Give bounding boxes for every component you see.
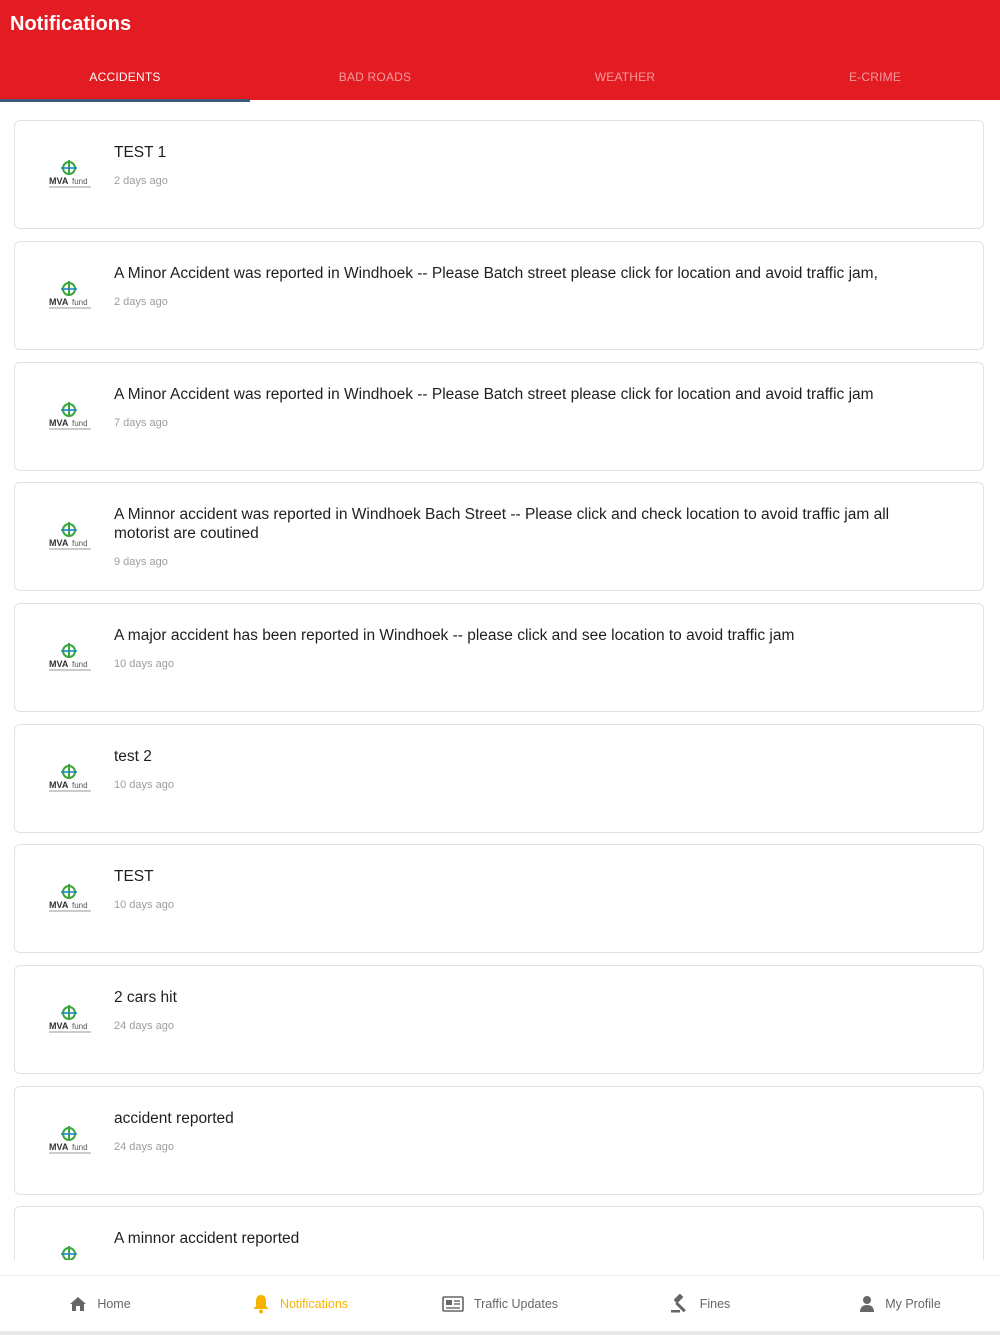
notification-time: 9 days ago <box>114 556 168 568</box>
svg-text:MVA: MVA <box>49 538 69 548</box>
mva-fund-logo-icon: MVAfund <box>47 1004 93 1036</box>
notification-card[interactable]: MVA fund A major accident has been report… <box>14 603 984 712</box>
svg-text:MVA: MVA <box>49 900 69 910</box>
svg-text:fund: fund <box>72 539 88 548</box>
svg-text:MVA: MVA <box>49 418 69 428</box>
notification-list[interactable]: MVA fund TEST 1 2 days ago MVA fund A Mino… <box>0 100 1000 1260</box>
mva-fund-logo-icon: MVAfund <box>47 883 93 915</box>
nav-label: Notifications <box>279 1296 349 1311</box>
tab-bad-roads[interactable]: BAD ROADS <box>250 54 500 100</box>
tab-e-crime[interactable]: E-CRIME <box>750 54 1000 100</box>
page-title: Notifications <box>10 13 132 35</box>
category-tabs: ACCIDENTS BAD ROADS WEATHER E-CRIME <box>0 54 1000 102</box>
gavel-icon <box>670 1293 686 1312</box>
mva-fund-logo-icon: MVAfund <box>47 1125 93 1157</box>
mva-fund-logo-icon: MVAfund <box>47 159 93 191</box>
nav-my-profile[interactable]: My Profile <box>800 1276 1000 1331</box>
nav-notifications[interactable]: Notifications <box>200 1276 400 1331</box>
mva-fund-logo-icon: MVAfund <box>47 521 93 553</box>
notification-title: A Minor Accident was reported in Windhoe… <box>114 386 874 403</box>
tab-weather[interactable]: WEATHER <box>500 54 750 100</box>
svg-text:fund: fund <box>72 1143 88 1152</box>
nav-fines[interactable]: Fines <box>600 1276 800 1331</box>
nav-home[interactable]: Home <box>0 1276 200 1331</box>
notification-title: TEST 1 <box>114 144 167 161</box>
svg-text:fund: fund <box>72 660 88 669</box>
tab-label: ACCIDENTS <box>89 70 161 84</box>
notification-time: 10 days ago <box>114 658 174 670</box>
notification-time: 2 days ago <box>114 296 168 308</box>
notification-card[interactable]: MVA fund TEST 1 2 days ago <box>14 120 984 229</box>
notification-time: 24 days ago <box>114 1020 174 1032</box>
notification-time: 2 days ago <box>114 175 168 187</box>
svg-text:fund: fund <box>72 781 88 790</box>
tab-label: WEATHER <box>594 70 656 84</box>
tab-label: E-CRIME <box>848 70 902 84</box>
bottom-navigation: Home Notifications Traffic Updates Fines… <box>0 1275 1000 1335</box>
app-bar: Notifications ACCIDENTS BAD ROADS WEATHE… <box>0 0 1000 102</box>
notification-title: 2 cars hit <box>114 989 177 1006</box>
notification-card[interactable]: MVA fund test 2 10 days ago <box>14 724 984 833</box>
svg-text:MVA: MVA <box>49 780 69 790</box>
user-icon <box>860 1295 875 1312</box>
nav-traffic-updates[interactable]: Traffic Updates <box>400 1276 600 1331</box>
tab-accidents[interactable]: ACCIDENTS <box>0 54 250 102</box>
mva-fund-logo-icon: MVAfund <box>47 401 93 433</box>
notification-time: 7 days ago <box>114 417 168 429</box>
nav-label: Traffic Updates <box>473 1296 559 1311</box>
mva-fund-logo-icon: MVAfund <box>47 1245 93 1260</box>
bell-icon <box>253 1294 269 1313</box>
svg-text:MVA: MVA <box>49 297 69 307</box>
svg-text:fund: fund <box>72 419 88 428</box>
notification-card[interactable]: MVA fund A Minor Accident was reported in… <box>14 362 984 471</box>
home-icon <box>70 1296 87 1311</box>
svg-text:fund: fund <box>72 298 88 307</box>
mva-fund-logo-icon: MVAfund <box>47 280 93 312</box>
nav-label: My Profile <box>885 1296 941 1311</box>
svg-text:MVA: MVA <box>49 1142 69 1152</box>
svg-text:fund: fund <box>72 1022 88 1031</box>
notification-title: TEST <box>114 868 154 885</box>
notification-card[interactable]: MVA fund A Minor Accident was reported in… <box>14 241 984 350</box>
notification-card[interactable]: MVA fund TEST 10 days ago <box>14 844 984 953</box>
nav-label: Home <box>97 1296 131 1311</box>
notification-title: A Minor Accident was reported in Windhoe… <box>114 265 878 282</box>
mva-fund-logo-icon: MVAfund <box>47 642 93 674</box>
notification-time: 10 days ago <box>114 779 174 791</box>
mva-fund-logo-icon: MVAfund <box>47 763 93 795</box>
notification-card[interactable]: MVA fund accident reported 24 days ago <box>14 1086 984 1195</box>
notification-card[interactable]: MVA fund 2 cars hit 24 days ago <box>14 965 984 1074</box>
nav-label: Fines <box>699 1296 731 1311</box>
notification-time: 10 days ago <box>114 899 174 911</box>
notification-title: test 2 <box>114 748 152 765</box>
svg-text:fund: fund <box>72 901 88 910</box>
notification-time: 24 days ago <box>114 1141 174 1153</box>
notification-title: A major accident has been reported in Wi… <box>114 627 795 644</box>
svg-text:MVA: MVA <box>49 659 69 669</box>
svg-text:MVA: MVA <box>49 1021 69 1031</box>
svg-text:fund: fund <box>72 177 88 186</box>
notification-title: A Minnor accident was reported in Windho… <box>114 506 890 542</box>
newspaper-icon <box>442 1295 464 1312</box>
notification-card[interactable]: MVAfund A minnor accident reported <box>14 1206 984 1260</box>
svg-text:MVA: MVA <box>49 176 69 186</box>
notification-title: A minnor accident reported <box>114 1230 300 1247</box>
notification-card[interactable]: MVA fund A Minnor accident was reported i… <box>14 482 984 591</box>
notification-title: accident reported <box>114 1110 234 1127</box>
tab-label: BAD ROADS <box>338 70 412 84</box>
